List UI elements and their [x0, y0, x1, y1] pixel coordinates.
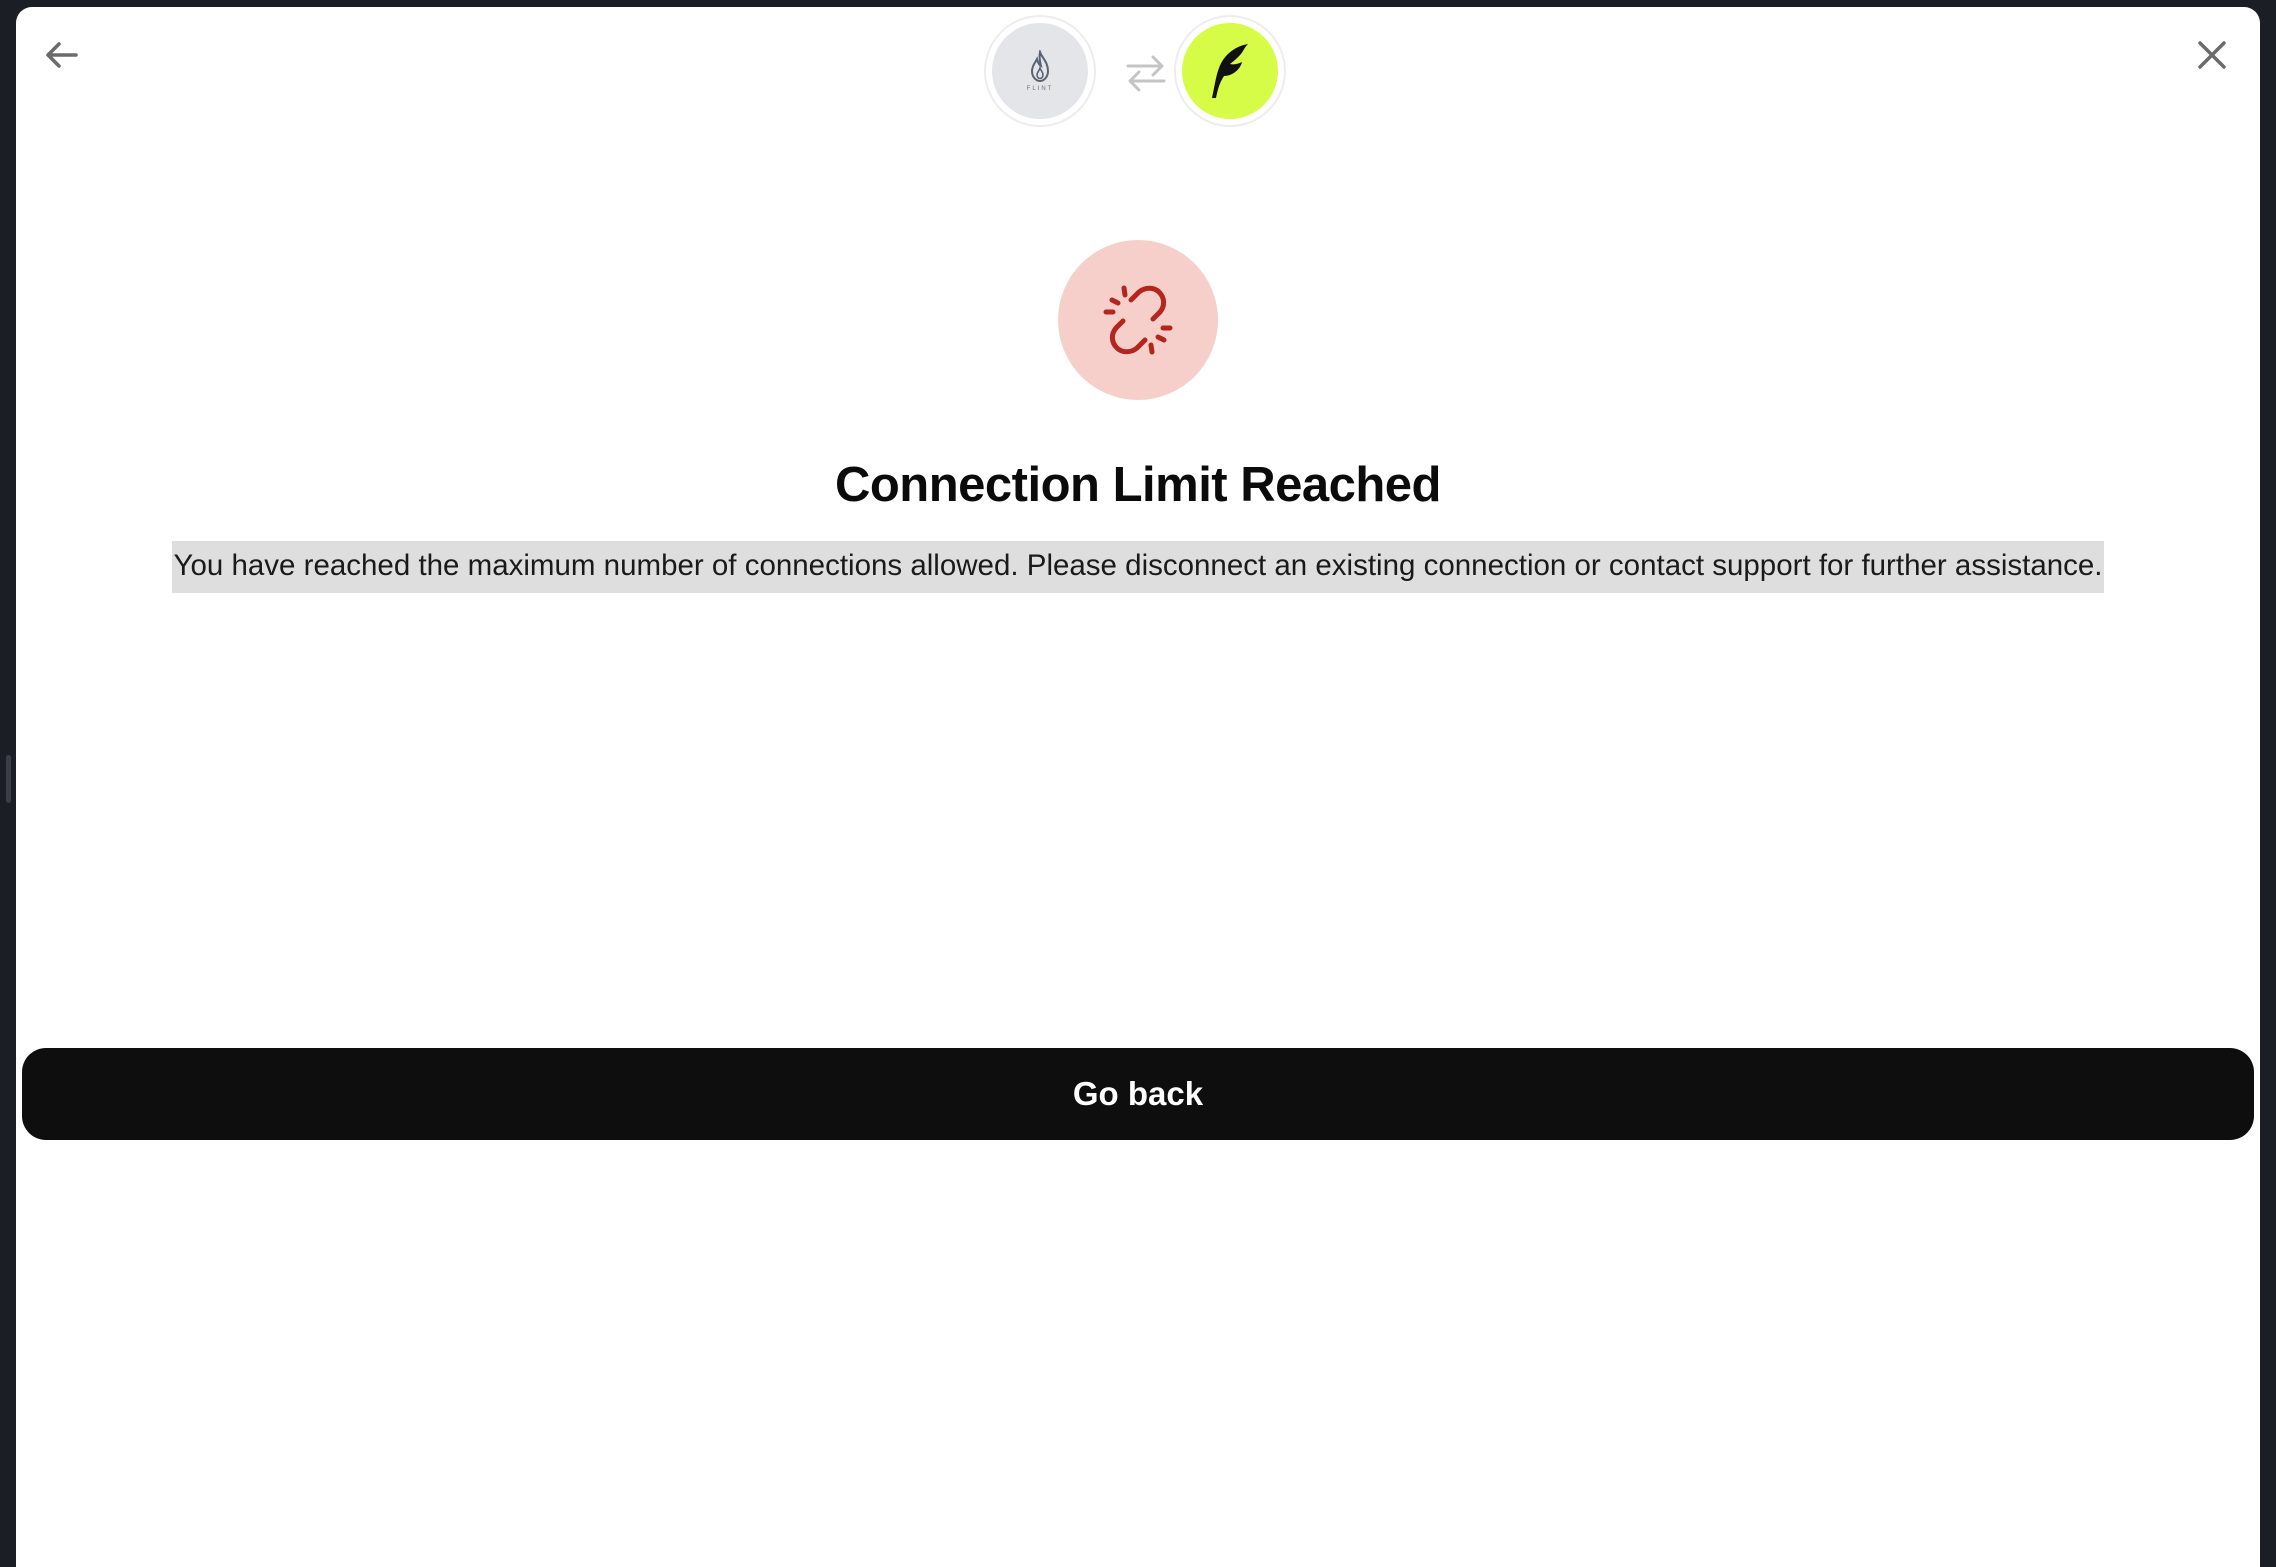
back-button[interactable]: [30, 23, 94, 87]
flint-wordmark: FLINT: [1026, 86, 1054, 92]
close-icon: [2198, 41, 2226, 69]
status-message: You have reached the maximum number of c…: [171, 541, 2105, 593]
connection-logos: FLINT: [984, 15, 1314, 131]
go-back-button[interactable]: Go back: [22, 1048, 2254, 1140]
message-container: You have reached the maximum number of c…: [16, 541, 2260, 593]
connection-modal: FLINT Connection Limit Reached You have …: [16, 7, 2260, 1567]
resize-handle[interactable]: [6, 755, 11, 803]
status-icon-badge: [1058, 240, 1218, 400]
close-button[interactable]: [2180, 23, 2244, 87]
swap-arrows-icon: [1126, 55, 1166, 92]
page-title: Connection Limit Reached: [834, 458, 1442, 512]
flint-logo: FLINT: [984, 15, 1096, 127]
flame-icon: [1030, 50, 1050, 83]
feather-icon: [1212, 44, 1248, 98]
broken-link-icon: [1103, 285, 1173, 355]
robinhood-logo: [1174, 15, 1286, 127]
arrow-left-icon: [46, 42, 78, 68]
